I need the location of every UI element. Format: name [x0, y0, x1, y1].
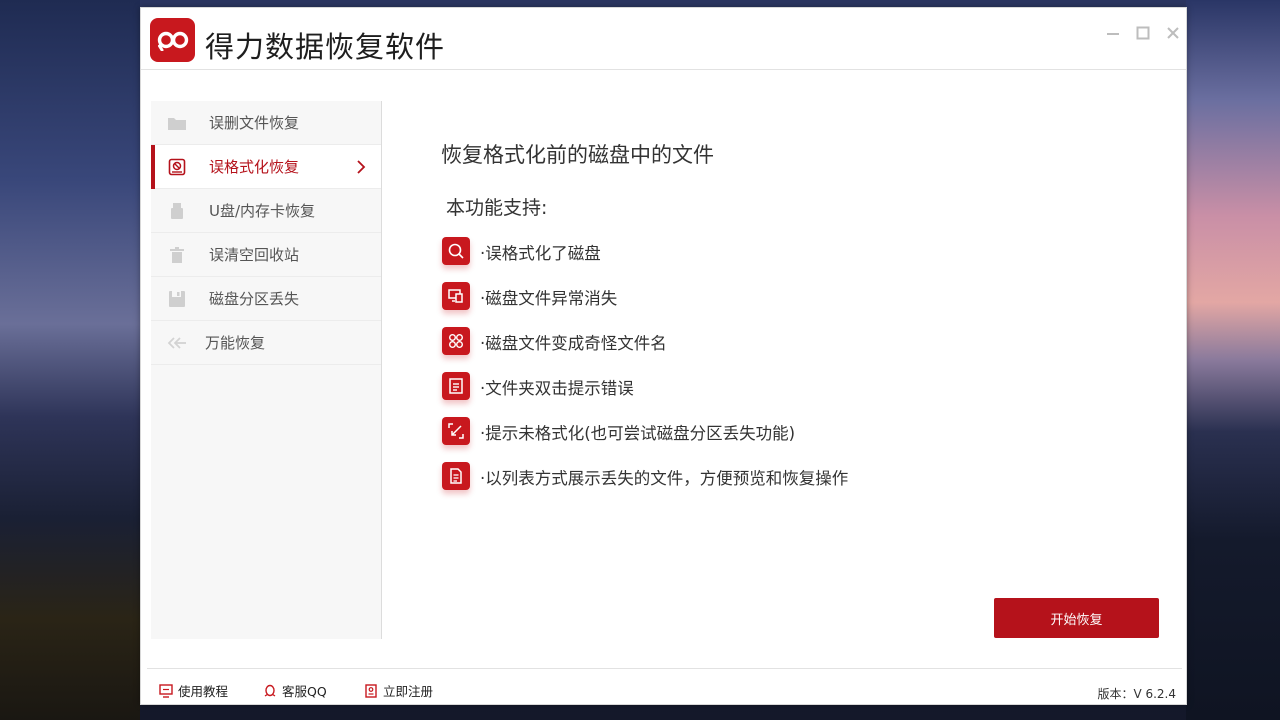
search-icon: [442, 237, 470, 265]
monitor-icon: [159, 683, 173, 698]
title-bar: 得力数据恢复软件: [141, 8, 1186, 70]
file-text-icon: [442, 462, 470, 490]
footer: 使用教程 客服QQ 立即注册 版本：V 6.2.4: [147, 668, 1182, 705]
chevron-right-icon: [354, 158, 368, 176]
main-content: 恢复格式化前的磁盘中的文件 本功能支持: ·误格式化了磁盘 ·磁盘文件异常消失 …: [383, 70, 1183, 640]
sidebar-item-partition-lost[interactable]: 磁盘分区丢失: [151, 277, 381, 321]
feature-text: ·误格式化了磁盘: [480, 244, 601, 263]
start-recovery-button[interactable]: 开始恢复: [994, 598, 1159, 638]
feature-text: ·以列表方式展示丢失的文件，方便预览和恢复操作: [480, 469, 849, 488]
feature-item: ·文件夹双击提示错误: [442, 372, 1162, 402]
sidebar-item-usb-recovery[interactable]: U盘/内存卡恢复: [151, 189, 381, 233]
minimize-icon[interactable]: [1102, 22, 1124, 44]
sidebar-item-label: 磁盘分区丢失: [209, 290, 300, 308]
register-icon: [364, 683, 378, 698]
support-qq-link[interactable]: 客服QQ: [263, 681, 327, 700]
qq-icon: [263, 684, 277, 698]
feature-item: ·磁盘文件异常消失: [442, 282, 1162, 312]
feature-text: ·提示未格式化(也可尝试磁盘分区丢失功能): [480, 424, 796, 443]
devices-icon: [442, 282, 470, 310]
app-title: 得力数据恢复软件: [205, 30, 446, 64]
close-icon[interactable]: [1162, 22, 1184, 44]
universal-recover-icon: [167, 334, 187, 352]
command-icon: [442, 327, 470, 355]
feature-text: ·磁盘文件变成奇怪文件名: [480, 334, 667, 353]
desktop-background-left: [0, 0, 140, 720]
tutorial-label: 使用教程: [178, 684, 229, 699]
version-label: 版本：V 6.2.4: [1097, 687, 1176, 701]
register-label: 立即注册: [383, 684, 434, 699]
trash-icon: [167, 246, 187, 264]
document-list-icon: [442, 372, 470, 400]
feature-item: ·误格式化了磁盘: [442, 237, 1162, 267]
tutorial-link[interactable]: 使用教程: [159, 681, 228, 700]
sidebar-item-label: 误清空回收站: [209, 246, 300, 264]
sidebar-item-label: U盘/内存卡恢复: [209, 202, 316, 220]
app-window: 得力数据恢复软件 误删文件恢复 误格式化恢复 U盘/内存卡恢复 误清空回收站 磁…: [140, 7, 1187, 705]
sidebar-item-label: 误删文件恢复: [209, 114, 300, 132]
sidebar-item-label: 万能恢复: [205, 334, 266, 352]
register-link[interactable]: 立即注册: [364, 681, 433, 700]
disk-partition-icon: [167, 290, 187, 308]
feature-text: ·磁盘文件异常消失: [480, 289, 618, 308]
maximize-icon[interactable]: [1132, 22, 1154, 44]
feature-item: ·提示未格式化(也可尝试磁盘分区丢失功能): [442, 417, 1162, 447]
support-qq-label: 客服QQ: [282, 684, 327, 699]
sidebar: 误删文件恢复 误格式化恢复 U盘/内存卡恢复 误清空回收站 磁盘分区丢失 万能恢…: [151, 101, 382, 639]
feature-item: ·以列表方式展示丢失的文件，方便预览和恢复操作: [442, 462, 1162, 492]
sidebar-item-recycle-bin[interactable]: 误清空回收站: [151, 233, 381, 277]
sidebar-item-universal-recovery[interactable]: 万能恢复: [151, 321, 381, 365]
feature-text: ·文件夹双击提示错误: [480, 379, 634, 398]
shrink-arrows-icon: [442, 417, 470, 445]
sidebar-item-format-recovery[interactable]: 误格式化恢复: [151, 145, 381, 189]
desktop-background-right: [1186, 0, 1280, 720]
app-logo-icon: [150, 18, 195, 62]
sidebar-item-label: 误格式化恢复: [209, 158, 300, 176]
feature-item: ·磁盘文件变成奇怪文件名: [442, 327, 1162, 357]
usb-drive-icon: [167, 202, 187, 220]
sidebar-item-deleted-files[interactable]: 误删文件恢复: [151, 101, 381, 145]
support-heading: 本功能支持:: [446, 197, 548, 219]
page-title: 恢复格式化前的磁盘中的文件: [441, 143, 714, 167]
folder-icon: [167, 114, 187, 132]
format-disk-icon: [167, 158, 187, 176]
